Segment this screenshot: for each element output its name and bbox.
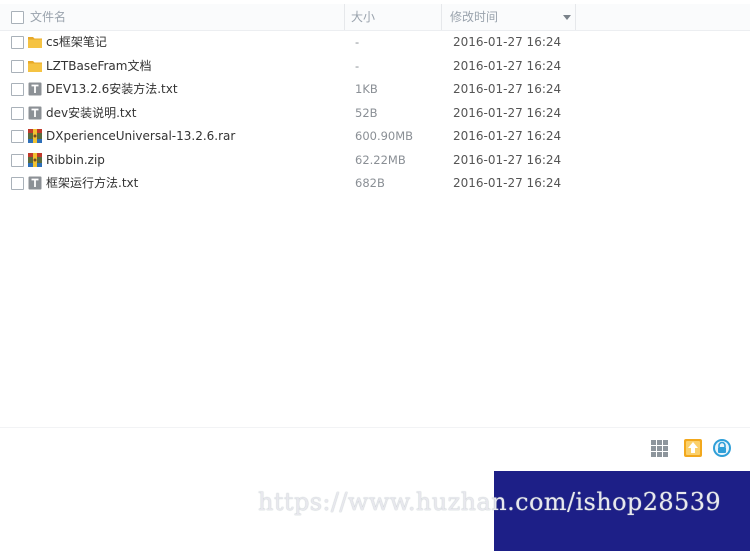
file-row[interactable]: Ribbin.zip 62.22MB 2016-01-27 16:24 <box>0 149 750 172</box>
file-list-header: 文件名 大小 修改时间 <box>0 4 750 31</box>
row-checkbox[interactable] <box>11 153 24 167</box>
file-row[interactable]: 框架运行方法.txt 682B 2016-01-27 16:24 <box>0 172 750 195</box>
file-modified: 2016-01-27 16:24 <box>453 152 562 167</box>
file-name[interactable]: LZTBaseFram文档 <box>46 55 151 78</box>
grid-view-icon[interactable] <box>651 440 668 457</box>
column-header-modified-label: 修改时间 <box>450 10 499 24</box>
file-size: 62.22MB <box>355 152 406 167</box>
file-name[interactable]: 框架运行方法.txt <box>46 172 138 195</box>
text-file-icon <box>27 81 43 97</box>
file-row[interactable]: DEV13.2.6安装方法.txt 1KB 2016-01-27 16:24 <box>0 78 750 101</box>
file-modified: 2016-01-27 16:24 <box>453 82 562 96</box>
text-file-icon <box>27 105 43 121</box>
file-row[interactable]: dev安装说明.txt 52B 2016-01-27 16:24 <box>0 102 750 125</box>
file-size: 600.90MB <box>355 129 414 143</box>
file-name[interactable]: Ribbin.zip <box>46 149 105 172</box>
row-checkbox[interactable] <box>11 130 24 143</box>
file-modified: 2016-01-27 16:24 <box>453 35 562 49</box>
file-size: - <box>355 35 360 49</box>
bottom-toolbar <box>0 427 750 464</box>
file-row[interactable]: cs框架笔记 - 2016-01-27 16:24 <box>0 31 750 54</box>
row-checkbox[interactable] <box>11 106 24 120</box>
file-size: 1KB <box>355 82 378 96</box>
column-header-name[interactable]: 文件名 <box>0 4 345 30</box>
row-checkbox[interactable] <box>11 36 24 49</box>
folder-icon <box>27 34 43 50</box>
file-modified: 2016-01-27 16:24 <box>453 176 562 190</box>
column-header-size[interactable]: 大小 <box>345 4 442 30</box>
watermark-text: https://www.huzhan.com/ishop28539 <box>258 488 722 516</box>
file-name[interactable]: dev安装说明.txt <box>46 102 136 125</box>
file-modified: 2016-01-27 16:24 <box>453 105 562 120</box>
file-name[interactable]: cs框架笔记 <box>46 31 107 54</box>
sort-desc-icon[interactable] <box>563 15 571 20</box>
file-modified: 2016-01-27 16:24 <box>453 58 562 73</box>
upload-icon[interactable] <box>683 438 703 458</box>
file-name[interactable]: DXperienceUniversal-13.2.6.rar <box>46 125 235 148</box>
file-size: - <box>355 58 360 73</box>
file-row[interactable]: DXperienceUniversal-13.2.6.rar 600.90MB 20… <box>0 125 750 148</box>
row-checkbox[interactable] <box>11 177 24 190</box>
row-checkbox[interactable] <box>11 59 24 73</box>
archive-icon <box>27 128 43 144</box>
lock-icon[interactable] <box>712 438 732 458</box>
folder-icon <box>27 58 43 74</box>
file-row[interactable]: LZTBaseFram文档 - 2016-01-27 16:24 <box>0 55 750 78</box>
file-name[interactable]: DEV13.2.6安装方法.txt <box>46 78 178 101</box>
text-file-icon <box>27 175 43 191</box>
archive-icon <box>27 152 43 168</box>
file-size: 52B <box>355 105 378 120</box>
row-checkbox[interactable] <box>11 83 24 96</box>
file-size: 682B <box>355 176 385 190</box>
column-header-modified[interactable]: 修改时间 <box>442 4 576 30</box>
file-modified: 2016-01-27 16:24 <box>453 129 562 143</box>
